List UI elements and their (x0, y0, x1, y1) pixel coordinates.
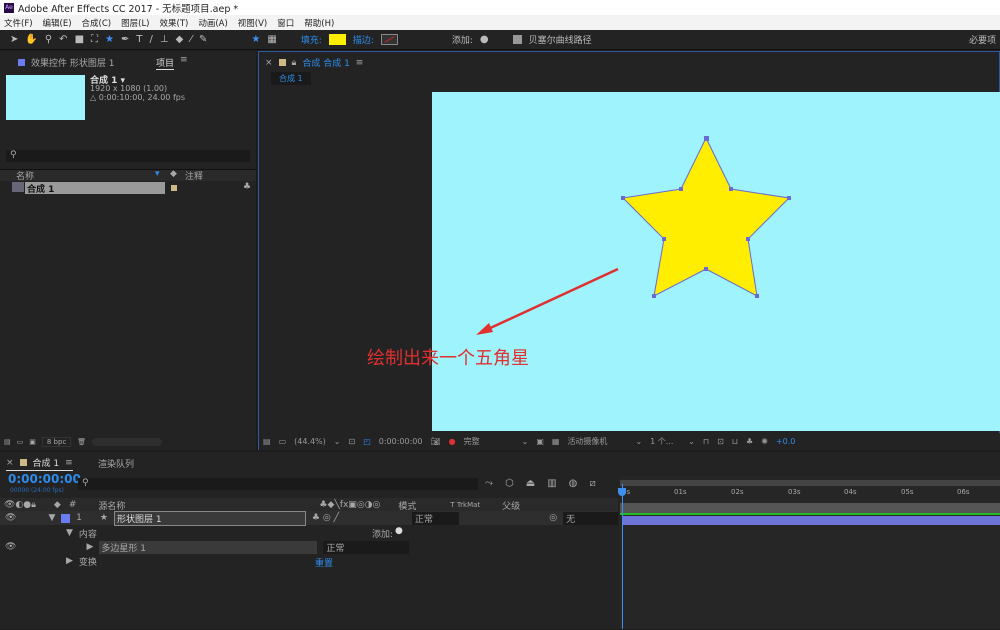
zoom-dropdown[interactable]: (44.4%) (294, 437, 326, 446)
frame-fps: 00000 (24.00 fps) (10, 487, 64, 494)
layer-duration-bar[interactable] (622, 516, 1000, 525)
motion-blur-icon[interactable]: ◍ (569, 478, 578, 489)
snapshot-icon[interactable]: 📷︎ (430, 437, 440, 446)
mask-visibility-icon[interactable]: ◰ (363, 437, 371, 446)
layer-label-color[interactable] (61, 513, 71, 523)
channel-icon[interactable]: ● (449, 437, 456, 446)
add-label: 添加: (372, 530, 394, 540)
comp-mini-flowchart-icon[interactable]: ⤳ (485, 478, 493, 489)
twirl-down-icon[interactable]: ▼ (66, 528, 73, 538)
comp-duration-bar (620, 513, 1000, 515)
playhead-handle[interactable] (618, 488, 626, 496)
exposure-value[interactable]: +0.0 (776, 437, 795, 446)
timeline-search-input[interactable]: ⚲ (78, 478, 478, 490)
visibility-icon[interactable]: 👁︎ (5, 513, 16, 523)
fit-icon[interactable]: ⊡ (348, 437, 355, 446)
timeline-timecode[interactable]: 0:00:00:00 (8, 472, 81, 486)
toggle-pixel-icon[interactable]: ⊓ (703, 437, 709, 446)
ruler-tick: 02s (731, 488, 744, 496)
annotation-arrow (485, 267, 619, 332)
annotation-text: 绘制出来一个五角星 (367, 348, 529, 369)
viewer-footer: ▤ ▭ (44.4%) ⌄ ⊡ ◰ 0:00:00:00 📷︎ ● 完整 ⌄ ▣ ▦… (259, 433, 1000, 450)
playhead[interactable] (622, 484, 623, 629)
ruler-tick: 01s (674, 488, 687, 496)
label-icon: ◆ (53, 500, 61, 510)
close-tab-icon[interactable]: × (6, 458, 14, 468)
camera-dropdown[interactable]: 活动摄像机 (567, 436, 627, 447)
current-time[interactable]: 0:00:00:00 (379, 437, 423, 446)
shape-layer-star-icon: ★ (99, 513, 108, 523)
always-preview-icon[interactable]: ▤ (263, 437, 271, 446)
timeline-panel: × 合成 1 ≡ 渲染队列 0:00:00:00 00000 (24.00 fp… (0, 452, 1000, 629)
search-icon: ⚲ (82, 478, 89, 488)
parent-dropdown[interactable]: 无 (563, 511, 618, 525)
ruler-tick: 05s (901, 488, 914, 496)
composition-viewer: × 🔒︎ 合成 合成 1 ≡ 合成 1 绘制出来一个五角星 ▤ ▭ (44.4%… (258, 51, 1000, 450)
draft-3d-icon[interactable]: ⬡ (505, 478, 514, 489)
layer-name[interactable]: 形状图层 1 (113, 510, 306, 526)
resolution-dropdown[interactable]: 完整 (464, 436, 514, 447)
panel-menu-icon[interactable]: ≡ (65, 458, 73, 468)
layer-switches[interactable]: ♣ ◎ ╱ (312, 513, 406, 523)
frame-blending-icon[interactable]: ▥ (547, 478, 556, 489)
layer-row[interactable]: 👁︎ ▼ 1 ★ 形状图层 1 ♣ ◎ ╱ 正常 ◎ 无 (0, 510, 618, 526)
work-area-bar[interactable] (620, 480, 1000, 486)
add-icon[interactable]: ● (395, 526, 403, 536)
star-shape (621, 136, 791, 297)
twirl-right-icon[interactable]: ▶ (66, 556, 73, 566)
column-trkmat[interactable]: T TrkMat (450, 501, 480, 509)
graph-editor-icon[interactable]: ⧄ (589, 478, 595, 489)
switches-icons: ♣◆╲fx▣◎◑◎ (319, 500, 381, 510)
layer-mode-dropdown[interactable]: 正常 (411, 511, 459, 525)
fast-preview-icon[interactable]: ⊡ (717, 437, 724, 446)
polystar-mode-dropdown[interactable]: 正常 (323, 540, 410, 554)
region-icon[interactable]: ▣ (536, 437, 544, 446)
time-ruler[interactable]: 0s 01s 02s 03s 04s 05s 06s (620, 488, 1000, 502)
ruler-tick: 03s (788, 488, 801, 496)
views-dropdown[interactable]: 1 个... (650, 436, 680, 447)
ruler-tick: 06s (957, 488, 970, 496)
transparency-grid-icon[interactable]: ▦ (552, 437, 560, 446)
exposure-icon[interactable]: ✺ (761, 437, 768, 446)
time-graph[interactable]: 0s 01s 02s 03s 04s 05s 06s (618, 476, 1000, 629)
shy-icon[interactable]: ⏏ (526, 478, 535, 489)
ruler-tick: 04s (844, 488, 857, 496)
column-mode[interactable]: 模式 (398, 499, 416, 512)
pick-whip-icon[interactable]: ◎ (549, 513, 557, 523)
flowchart-icon[interactable]: ♣ (746, 437, 753, 446)
tab-timeline-comp1[interactable]: 合成 1 (33, 456, 60, 469)
twirl-right-icon[interactable]: ▶ (86, 542, 93, 552)
column-parent[interactable]: 父级 (502, 499, 520, 512)
content-group: 内容 (78, 529, 97, 540)
monitor-icon[interactable]: ▭ (279, 437, 287, 446)
transform-group: 变换 (78, 557, 97, 568)
timeline-icon[interactable]: ⊔ (732, 437, 738, 446)
twirl-down-icon[interactable]: ▼ (48, 513, 55, 523)
polystar-item[interactable]: 多边星形 1 (99, 540, 318, 554)
comp-color-icon (19, 459, 27, 466)
layer-number: 1 (76, 513, 82, 523)
visibility-icon[interactable]: 👁︎ (5, 542, 16, 552)
reset-link[interactable]: 重置 (315, 556, 333, 569)
av-switch-icons: 👁︎◐●🔒︎ (4, 500, 36, 510)
tab-render-queue[interactable]: 渲染队列 (98, 457, 134, 470)
